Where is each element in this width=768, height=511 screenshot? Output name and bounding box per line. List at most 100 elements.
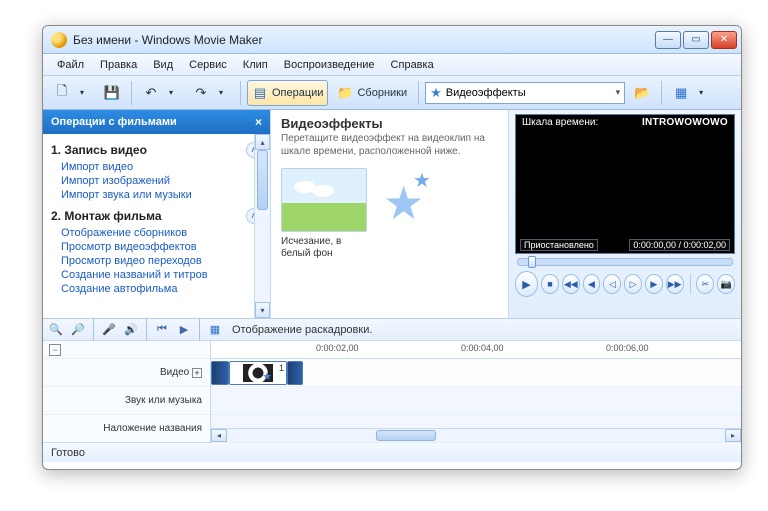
chevron-down-icon: ▾ [616,87,621,98]
time-ruler[interactable]: 0:00:02,00 0:00:04,00 0:00:06,00 [211,341,741,359]
forward-button[interactable]: ▶ [645,274,663,294]
menu-tools[interactable]: Сервис [181,56,235,74]
separator [146,318,147,342]
seek-thumb[interactable] [528,256,536,268]
window-buttons: — ▭ ✕ [655,31,737,49]
scroll-track[interactable] [227,429,725,442]
tasks-pane: Операции с фильмами × 1. Запись видео ˄ … [43,110,271,318]
collections-button[interactable]: 📁Сборники [332,80,412,106]
ruler-label: − [43,341,210,359]
clip-intro[interactable] [211,361,229,385]
seek-slider[interactable] [517,258,733,266]
time-tick: 0:00:02,00 [316,343,359,353]
undo-button[interactable]: ↶▾ [138,80,184,106]
scroll-right-icon[interactable]: ▸ [725,429,741,442]
effect-row: Исчезание, в белый фон ★ ★ [281,168,498,260]
zoom-in-button[interactable]: 🔍 [47,321,65,339]
section-title: 2. Монтаж фильма [51,209,162,223]
redo-button[interactable]: ↷▾ [188,80,234,106]
folder-up-icon: 📂 [634,85,650,101]
up-level-button[interactable]: 📂 [629,80,655,106]
rewind-timeline-button[interactable]: ⏮ [153,321,171,339]
content-title: Видеоэффекты [281,116,498,131]
toolbar: 🗋▾ 💾 ↶▾ ↷▾ ▤Операции 📁Сборники ★ Видеоэф… [43,76,741,110]
timeline-hscroll[interactable]: ◂ ▸ [211,428,741,442]
play-timeline-button[interactable]: ▶ [175,321,193,339]
menu-clip[interactable]: Клип [235,56,276,74]
tasks-scrollbar[interactable]: ▴ ▾ [254,134,270,318]
snapshot-button[interactable]: 📷 [717,274,735,294]
chevron-down-icon: ▾ [163,85,179,101]
scroll-left-icon[interactable]: ◂ [211,429,227,442]
minimize-button[interactable]: — [655,31,681,49]
location-combo[interactable]: ★ Видеоэффекты ▾ [425,82,625,104]
task-import-audio[interactable]: Импорт звука или музыки [51,188,262,202]
scroll-up-icon[interactable]: ▴ [255,134,270,150]
track-label-video: Видео + [43,359,210,387]
menu-play[interactable]: Воспроизведение [276,56,383,74]
narrate-button[interactable]: 🎤 [100,321,118,339]
step-fwd-button[interactable]: ▷ [624,274,642,294]
menu-edit[interactable]: Правка [92,56,145,74]
split-button[interactable]: ✂ [696,274,714,294]
menu-help[interactable]: Справка [383,56,442,74]
task-show-collections[interactable]: Отображение сборников [51,226,262,240]
tasks-button[interactable]: ▤Операции [247,80,328,106]
collections-label: Сборники [357,87,407,99]
storyboard-toggle[interactable]: ▦ [206,321,224,339]
section-header[interactable]: 2. Монтаж фильма ˄ [51,206,262,226]
video-track[interactable]: ★ [211,359,741,387]
stop-button[interactable]: ■ [541,274,559,294]
menubar: Файл Правка Вид Сервис Клип Воспроизведе… [43,54,741,76]
collapse-button[interactable]: − [49,344,61,356]
task-view-effects[interactable]: Просмотр видеоэффектов [51,240,262,254]
task-view-transitions[interactable]: Просмотр видео переходов [51,254,262,268]
prev-button[interactable]: ◀◀ [562,274,580,294]
undo-icon: ↶ [143,85,159,101]
chevron-down-icon: ▾ [74,85,90,101]
play-button[interactable]: ▶ [515,271,538,297]
maximize-button[interactable]: ▭ [683,31,709,49]
menu-view[interactable]: Вид [145,56,181,74]
section-header[interactable]: 1. Запись видео ˄ [51,140,262,160]
task-make-titles[interactable]: Создание названий и титров [51,268,262,282]
effect-name: Исчезание, в белый фон [281,236,373,260]
effect-item[interactable]: Исчезание, в белый фон [281,168,373,260]
statusbar: Готово [43,442,741,462]
task-import-pictures[interactable]: Импорт изображений [51,174,262,188]
save-button[interactable]: 💾 [99,80,125,106]
time-tick: 0:00:06,00 [606,343,649,353]
clip-third[interactable] [287,361,303,385]
scroll-down-icon[interactable]: ▾ [255,302,270,318]
task-import-video[interactable]: Импорт видео [51,160,262,174]
clip-second[interactable]: ★ [229,361,287,385]
storyboard-label[interactable]: Отображение раскадровки. [232,324,372,336]
separator [240,81,241,105]
save-icon: 💾 [104,85,120,101]
document-icon: 🗋 [54,85,70,101]
preview-header: Шкала времени: INTROWOWOWO [516,115,734,130]
rewind-button[interactable]: ◀ [583,274,601,294]
zoom-out-button[interactable]: 🔎 [69,321,87,339]
new-project-button[interactable]: 🗋▾ [49,80,95,106]
separator [199,318,200,342]
next-button[interactable]: ▶▶ [666,274,684,294]
separator [418,81,419,105]
audio-track[interactable] [211,387,741,415]
star-icon: ★ [413,168,431,193]
scroll-thumb[interactable] [376,430,436,441]
audio-levels-button[interactable]: 🔊 [122,321,140,339]
scroll-thumb[interactable] [257,150,268,210]
app-icon [51,32,67,48]
content-subtitle: Перетащите видеоэффект на видеоклип на ш… [281,133,498,158]
expand-icon[interactable]: + [192,368,202,378]
titlebar: Без имени - Windows Movie Maker — ▭ ✕ [43,26,741,54]
preview-pane: Шкала времени: INTROWOWOWO Приостановлен… [509,110,741,318]
task-automovie[interactable]: Создание автофильма [51,282,262,296]
close-icon[interactable]: × [255,115,262,129]
time-tick: 0:00:04,00 [461,343,504,353]
step-back-button[interactable]: ◁ [603,274,621,294]
view-mode-button[interactable]: ▦▾ [668,80,714,106]
menu-file[interactable]: Файл [49,56,92,74]
close-button[interactable]: ✕ [711,31,737,49]
